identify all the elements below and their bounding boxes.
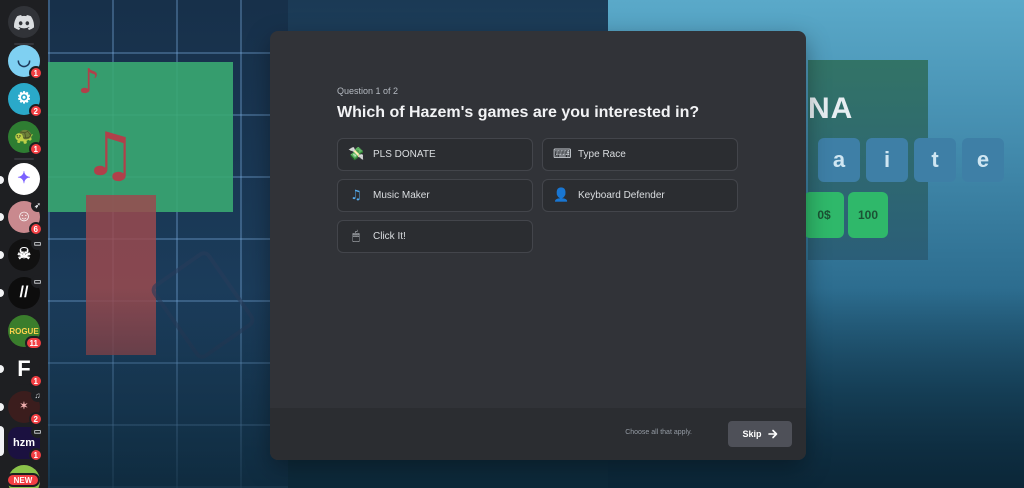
- server-icon-2[interactable]: ⚙ 2: [8, 83, 43, 118]
- question-counter: Question 1 of 2: [337, 86, 399, 96]
- onboarding-modal: Question 1 of 2 Which of Hazem's games a…: [270, 31, 806, 460]
- server-icon-3[interactable]: 🐢 1: [8, 121, 43, 156]
- money-icon: 💸: [348, 146, 365, 162]
- server-icon-6[interactable]: ☠ ▭: [8, 237, 44, 271]
- unread-indicator: [0, 176, 4, 184]
- option-music-maker[interactable]: ♫ Music Maker: [337, 179, 533, 212]
- server-icon-8[interactable]: ROGUE 11: [8, 315, 43, 350]
- server-icon-1[interactable]: ◡ 1: [8, 45, 43, 80]
- option-label: PLS DONATE: [373, 149, 436, 160]
- slash-logo-icon: //: [19, 284, 29, 301]
- footer-hint: Choose all that apply.: [625, 429, 692, 436]
- discord-logo-icon: [14, 14, 34, 30]
- mention-badge: 1: [28, 66, 43, 80]
- mention-badge: 11: [24, 336, 43, 350]
- unread-indicator: [0, 403, 4, 411]
- banner-text: NA: [808, 92, 854, 125]
- unread-indicator: [0, 213, 4, 221]
- unread-indicator: [0, 251, 4, 259]
- sparkle-icon: ✦: [17, 170, 31, 187]
- mention-badge: 6: [28, 222, 43, 236]
- defender-icon: 👤: [553, 187, 570, 203]
- server-icon-11[interactable]: hzm ▭ 1: [8, 425, 44, 462]
- server-icon-7[interactable]: // ▭: [8, 275, 44, 309]
- mouse-icon: 🖱: [352, 228, 360, 244]
- rail-separator: [14, 158, 34, 160]
- music-note-art-large: ♫: [83, 120, 137, 190]
- screen-share-icon: ▭: [31, 425, 44, 438]
- option-type-race[interactable]: ⌨ Type Race: [542, 138, 738, 171]
- keycap-art: t: [914, 138, 956, 182]
- option-label: Keyboard Defender: [578, 190, 665, 201]
- option-keyboard-defender[interactable]: 👤 Keyboard Defender: [542, 179, 738, 212]
- keycap-art: i: [866, 138, 908, 182]
- option-pls-donate[interactable]: 💸 PLS DONATE: [337, 138, 533, 171]
- skip-button[interactable]: Skip: [728, 421, 792, 447]
- coin-art: 0$: [804, 192, 844, 238]
- skull-icon: ☠: [16, 246, 32, 263]
- green-tile-art: [48, 62, 233, 212]
- mention-badge: 1: [28, 448, 43, 462]
- server-label: hzm: [13, 437, 35, 449]
- music-note-art: ♪: [78, 62, 100, 102]
- option-click-it[interactable]: 🖱 Click It!: [337, 220, 533, 253]
- unread-indicator: [0, 365, 4, 373]
- option-label: Click It!: [373, 231, 406, 242]
- game-logo-icon: ✶: [19, 401, 29, 412]
- speaker-icon: ♫: [31, 389, 44, 402]
- screen-share-icon: ▭: [31, 275, 44, 288]
- keycap-art: e: [962, 138, 1004, 182]
- option-label: Music Maker: [373, 190, 430, 201]
- question-title: Which of Hazem's games are you intereste…: [337, 104, 700, 121]
- mention-badge: 2: [28, 104, 43, 118]
- option-label: Type Race: [578, 149, 626, 160]
- avatar-icon: ☺: [15, 208, 33, 225]
- server-icon-9[interactable]: F 1: [8, 353, 43, 388]
- gear-logo-icon: ⚙: [16, 90, 32, 107]
- mention-badge: 1: [28, 374, 43, 388]
- rocket-icon: ➶: [31, 199, 44, 212]
- keyboard-icon: ⌨: [553, 146, 572, 162]
- music-note-icon: ♫: [350, 187, 362, 203]
- modal-footer: Choose all that apply. Skip: [270, 408, 806, 460]
- new-badge: NEW: [6, 473, 40, 487]
- keycap-art: a: [818, 138, 860, 182]
- arrow-right-icon: [767, 429, 777, 439]
- f-logo-icon: F: [17, 356, 31, 381]
- server-icon-5[interactable]: ☺ ➶ 6: [8, 199, 44, 236]
- server-icon-4[interactable]: ✦: [8, 163, 40, 195]
- coin-art: 100: [848, 192, 888, 238]
- discord-home-button[interactable]: [8, 6, 40, 38]
- screen-share-icon: ▭: [31, 237, 44, 250]
- selected-server-indicator: [0, 426, 4, 456]
- skip-label: Skip: [742, 429, 762, 439]
- unread-indicator: [0, 289, 4, 297]
- server-icon-10[interactable]: ✶ ♫ 2: [8, 389, 44, 426]
- modal-body: Question 1 of 2 Which of Hazem's games a…: [270, 31, 806, 408]
- mention-badge: 1: [28, 142, 43, 156]
- face-icon: ◡: [17, 52, 31, 69]
- server-label: ROGUE: [9, 326, 39, 336]
- mention-badge: 2: [28, 412, 43, 426]
- server-rail: ◡ 1 ⚙ 2 🐢 1 ✦ ☺ ➶ 6 ☠ ▭ // ▭ ROGUE 11 F …: [0, 0, 48, 488]
